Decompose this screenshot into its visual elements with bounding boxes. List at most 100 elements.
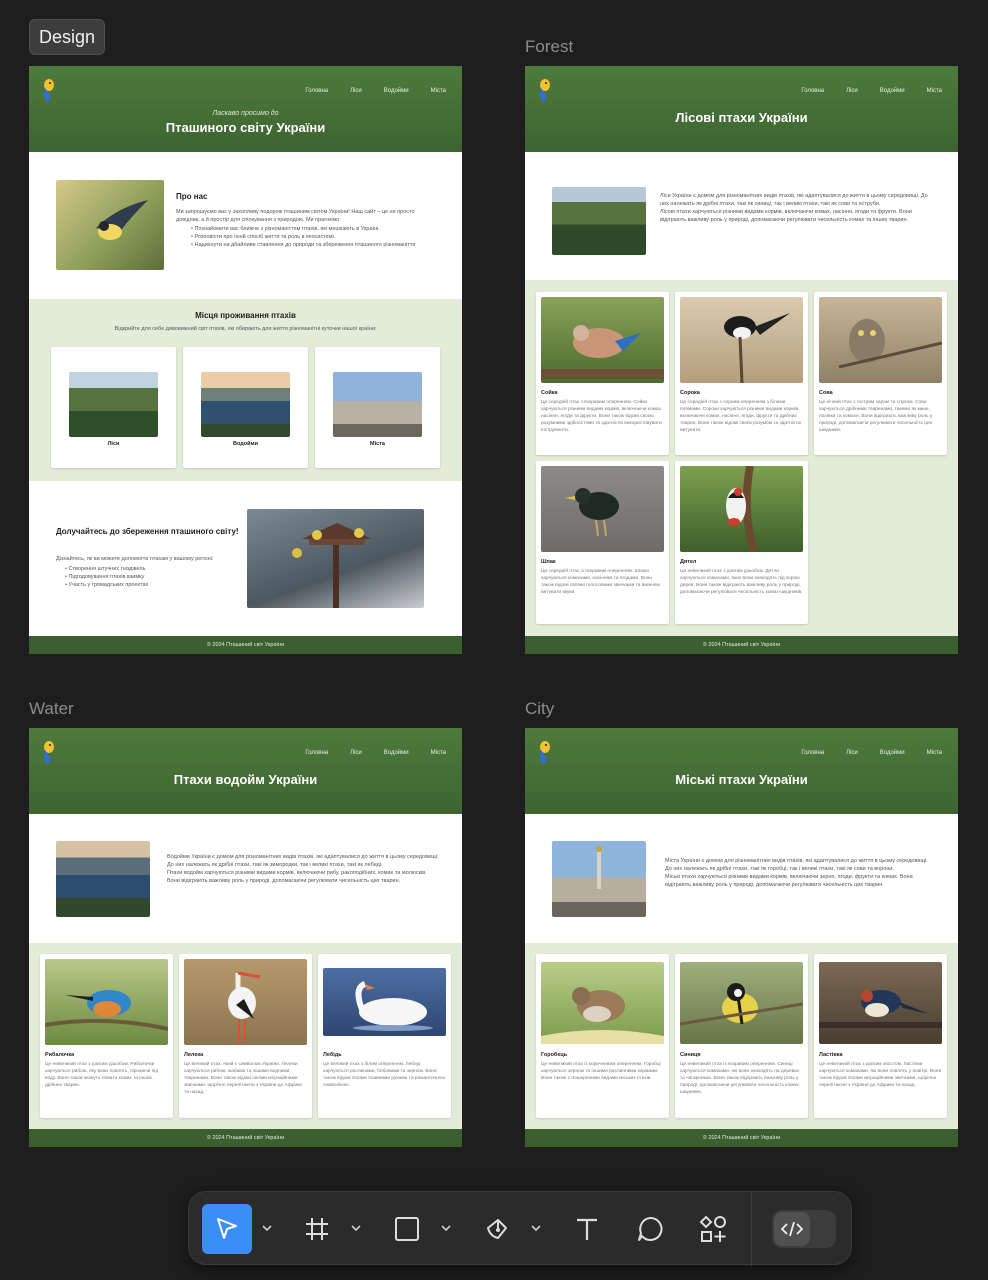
welcome-text: Ласкаво просимо до xyxy=(212,110,279,117)
birds-section: Горобець Це невеликий птах із коричневим… xyxy=(525,943,958,1129)
nav-waters[interactable]: Водойми xyxy=(880,750,905,756)
home-frame[interactable]: Головна Ліси Водойми Міста Ласкаво проси… xyxy=(29,66,462,654)
city-frame[interactable]: Головна Ліси Водойми Міста Міські птахи … xyxy=(525,728,958,1147)
nav-forests[interactable]: Ліси xyxy=(846,750,858,756)
chevron-down-icon[interactable] xyxy=(440,1222,452,1234)
frame-label-water[interactable]: Water xyxy=(29,699,74,719)
bird-description: Це невеликий птах з довгим дзьобом. Риба… xyxy=(45,1062,159,1088)
code-icon xyxy=(781,1221,803,1237)
bird-name: Ластівка xyxy=(819,1052,843,1058)
nav-waters[interactable]: Водойми xyxy=(384,750,409,756)
habitat-photo xyxy=(69,372,158,437)
nav-home[interactable]: Головна xyxy=(801,750,824,756)
nav-cities[interactable]: Міста xyxy=(431,88,446,94)
toolbar-separator xyxy=(751,1192,752,1266)
cursor-icon xyxy=(217,1218,237,1239)
bird-name: Синиця xyxy=(680,1052,701,1058)
water-frame[interactable]: Головна Ліси Водойми Міста Птахи водойм … xyxy=(29,728,462,1147)
text-tool-button[interactable] xyxy=(562,1204,612,1254)
bird-name: Сорока xyxy=(680,390,700,396)
about-photo xyxy=(56,180,164,270)
shape-tool-button[interactable] xyxy=(382,1204,432,1254)
about-list: • Познайомити вас ближче з різноманіттям… xyxy=(191,226,431,250)
logo-icon[interactable] xyxy=(39,738,59,768)
intro-text: Ліси України є домом для різноманітних в… xyxy=(660,193,928,223)
habitat-card-forests[interactable]: Ліси xyxy=(51,347,176,468)
actions-tool-button[interactable] xyxy=(688,1204,738,1254)
site-header: Головна Ліси Водойми Міста Птахи водойм … xyxy=(29,728,462,814)
nav-home[interactable]: Головна xyxy=(801,88,824,94)
dev-mode-toggle[interactable] xyxy=(772,1210,836,1248)
comment-tool-button[interactable] xyxy=(625,1204,675,1254)
page-title: Лісові птахи України xyxy=(675,110,808,125)
frame-label-city[interactable]: City xyxy=(525,699,554,719)
bird-card[interactable]: Ластівка Це невеликий птах з довгим хвос… xyxy=(814,954,947,1118)
list-item: • Розповісти про їхній спосіб життя та р… xyxy=(191,233,336,240)
bird-photo xyxy=(819,297,942,383)
bird-card[interactable]: Лелека Це великий птах, який є символом … xyxy=(179,954,312,1118)
bird-card[interactable]: Сорока Це середній птах з чорним оперенн… xyxy=(675,292,808,455)
habitat-label: Водойми xyxy=(233,441,258,447)
intro-text: Водойми України є домом для різноманітни… xyxy=(167,854,439,884)
chevron-down-icon[interactable] xyxy=(530,1222,542,1234)
mode-badge[interactable]: Design xyxy=(29,19,106,55)
bird-card[interactable]: Синиця Це невеликий птах із яскравим опе… xyxy=(675,954,808,1118)
bird-name: Дятел xyxy=(680,559,697,565)
site-footer: © 2024 Пташиний світ України xyxy=(29,636,462,654)
bird-card[interactable]: Шпак Це середній птах із яскравим оперен… xyxy=(536,461,669,624)
nav-cities[interactable]: Міста xyxy=(927,750,942,756)
bird-description: Це невеликий птах з довгим хвостом. Ласт… xyxy=(819,1062,942,1088)
habitats-subtitle: Відкрийте для себе дивовижний світ птахі… xyxy=(114,326,377,332)
list-item: • Участь у громадських проектах xyxy=(65,581,149,588)
chevron-down-icon[interactable] xyxy=(261,1222,273,1234)
bird-name: Лелека xyxy=(184,1052,204,1058)
bird-photo xyxy=(541,466,664,552)
frame-label-forest[interactable]: Forest xyxy=(525,37,573,57)
bird-photo xyxy=(680,962,803,1044)
nav-waters[interactable]: Водойми xyxy=(880,88,905,94)
site-footer: © 2024 Пташиний світ України xyxy=(525,1129,958,1147)
nav-home[interactable]: Головна xyxy=(305,88,328,94)
pen-tool-button[interactable] xyxy=(472,1204,522,1254)
nav-forests[interactable]: Ліси xyxy=(846,88,858,94)
bird-card[interactable]: Сова Це нічний птах з гострим зором та с… xyxy=(814,292,947,455)
intro-photo xyxy=(552,841,646,917)
logo-icon[interactable] xyxy=(39,76,59,106)
join-list: • Створення штучних гніздівель • Підгодо… xyxy=(65,566,148,590)
feeder-photo xyxy=(247,509,424,608)
bird-card[interactable]: Сойка Це середній птах з яскравим оперен… xyxy=(536,292,669,455)
intro-photo xyxy=(56,841,150,917)
bird-description: Це невеликий птах із коричневим оперення… xyxy=(541,1062,661,1081)
bird-name: Рибалочка xyxy=(45,1052,75,1058)
logo-icon[interactable] xyxy=(535,76,555,106)
habitats-title: Місця проживання птахів xyxy=(195,311,296,320)
bird-card[interactable]: Рибалочка Це невеликий птах з довгим дзь… xyxy=(40,954,173,1118)
bird-card[interactable]: Дятел Це невеликий птах з довгим дзьобом… xyxy=(675,461,808,624)
nav-home[interactable]: Головна xyxy=(305,750,328,756)
bird-card[interactable]: Горобець Це невеликий птах із коричневим… xyxy=(536,954,669,1118)
chevron-down-icon[interactable] xyxy=(350,1222,362,1234)
main-nav: Головна Ліси Водойми Міста xyxy=(305,88,446,94)
habitat-label: Міста xyxy=(370,441,385,447)
habitat-card-waters[interactable]: Водойми xyxy=(183,347,308,468)
nav-cities[interactable]: Міста xyxy=(431,750,446,756)
site-header: Головна Ліси Водойми Міста Міські птахи … xyxy=(525,728,958,814)
bird-photo xyxy=(541,297,664,383)
move-tool-button[interactable] xyxy=(202,1204,252,1254)
nav-forests[interactable]: Ліси xyxy=(350,750,362,756)
bird-card[interactable]: Лебідь Це великий птах з білим оперенням… xyxy=(318,954,451,1118)
list-item: • Познайомити вас ближче з різноманіттям… xyxy=(191,226,380,232)
main-nav: Головна Ліси Водойми Міста xyxy=(305,750,446,756)
nav-cities[interactable]: Міста xyxy=(927,88,942,94)
about-text: Ми запрошуємо вас у захопливу подорож пт… xyxy=(176,209,415,223)
site-footer: © 2024 Пташиний світ України xyxy=(29,1129,462,1147)
bird-photo xyxy=(184,959,307,1045)
bird-name: Сойка xyxy=(541,390,558,396)
logo-icon[interactable] xyxy=(535,738,555,768)
birds-section: Сойка Це середній птах з яскравим оперен… xyxy=(525,280,958,636)
forest-frame[interactable]: Головна Ліси Водойми Міста Лісові птахи … xyxy=(525,66,958,654)
habitat-card-cities[interactable]: Міста xyxy=(315,347,440,468)
frame-tool-button[interactable] xyxy=(292,1204,342,1254)
nav-forests[interactable]: Ліси xyxy=(350,88,362,94)
nav-waters[interactable]: Водойми xyxy=(384,88,409,94)
